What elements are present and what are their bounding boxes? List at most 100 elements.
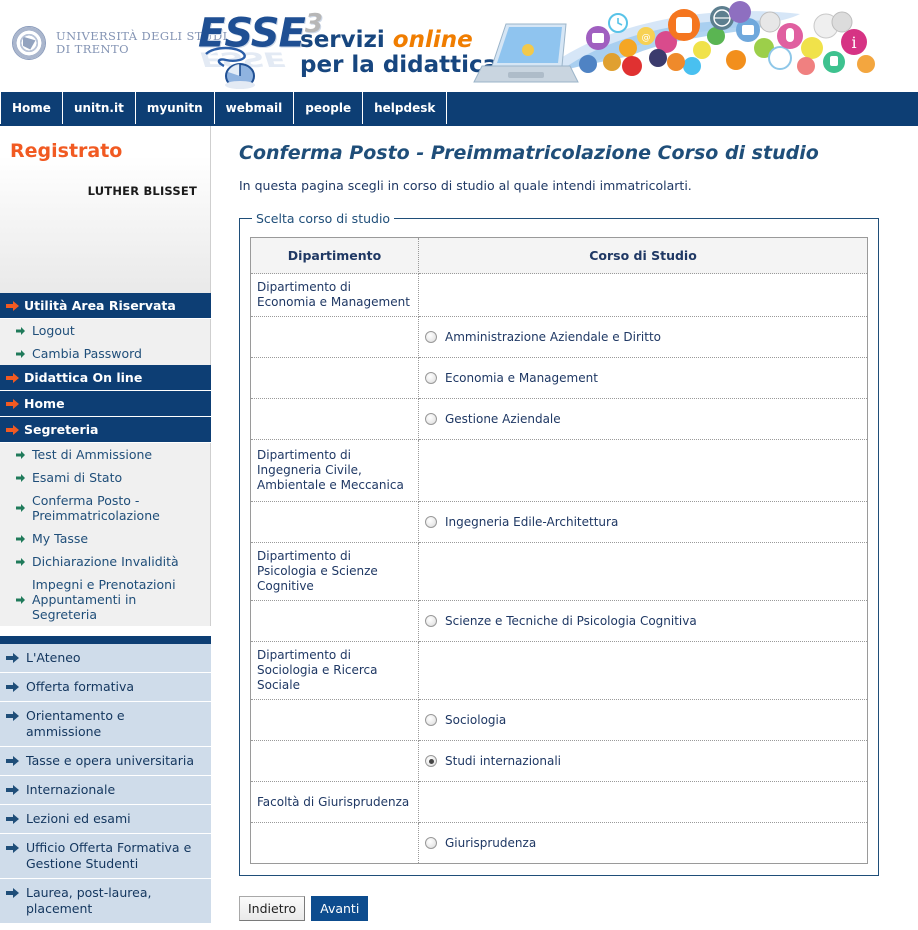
sidebar-item-logout[interactable]: Logout	[0, 319, 210, 342]
course-option[interactable]: Sociologia	[425, 713, 861, 727]
dipartimento-cell	[250, 699, 419, 741]
course-label[interactable]: Studi internazionali	[445, 754, 561, 768]
nav-item-people[interactable]: people	[294, 92, 364, 124]
arrow-right-icon	[16, 473, 25, 482]
arrow-right-icon	[16, 326, 25, 335]
arrow-right-icon	[6, 653, 19, 663]
column-header-dipartimento: Dipartimento	[250, 237, 419, 274]
course-label[interactable]: Giurisprudenza	[445, 836, 536, 850]
corso-cell[interactable]: Economia e Management	[418, 357, 868, 399]
course-label[interactable]: Scienze e Tecniche di Psicologia Cogniti…	[445, 614, 697, 628]
course-label[interactable]: Sociologia	[445, 713, 506, 727]
dipartimento-cell: Dipartimento di Psicologia e Scienze Cog…	[250, 542, 419, 601]
radio-giurisprudenza[interactable]	[425, 837, 437, 849]
arrow-right-icon	[6, 682, 19, 692]
corso-cell	[418, 781, 868, 823]
sidebar-item-label: Logout	[32, 323, 75, 338]
corso-cell[interactable]: Ingegneria Edile-Architettura	[418, 501, 868, 543]
sidebar-links: L'Ateneo Offerta formativa Orientamento …	[0, 644, 211, 924]
table-header-row: Dipartimento Corso di Studio	[250, 237, 868, 274]
tagline-online: online	[392, 27, 473, 53]
arrow-right-icon	[16, 534, 25, 543]
table-row: Sociologia	[250, 699, 868, 741]
table-header: Dipartimento Corso di Studio	[250, 237, 868, 274]
course-option-selected[interactable]: Studi internazionali	[425, 754, 861, 768]
back-button[interactable]: Indietro	[239, 896, 306, 921]
course-option[interactable]: Amministrazione Aziendale e Diritto	[425, 330, 861, 344]
sidebar-item-home[interactable]: Home	[0, 391, 211, 417]
radio-scienze-e-tecniche-di-psicologia-cognitiva[interactable]	[425, 615, 437, 627]
sidebar-item-segreteria[interactable]: Segreteria	[0, 417, 211, 443]
arrow-right-icon	[16, 450, 25, 459]
course-option[interactable]: Economia e Management	[425, 371, 861, 385]
sidebar-item-cambia-password[interactable]: Cambia Password	[0, 342, 210, 365]
sidebar-item-label: Test di Ammissione	[32, 447, 153, 462]
radio-studi-internazionali[interactable]	[425, 755, 437, 767]
nav-item-myunitn[interactable]: myunitn	[136, 92, 215, 124]
sidebar-group-label: Didattica On line	[24, 370, 143, 385]
sidebar-link-label: Lezioni ed esami	[26, 811, 131, 826]
course-label[interactable]: Economia e Management	[445, 371, 598, 385]
sidebar-item-dichiarazione-invalidita[interactable]: Dichiarazione Invalidità	[0, 550, 210, 573]
corso-cell[interactable]: Studi internazionali	[418, 740, 868, 782]
corso-cell[interactable]: Gestione Aziendale	[418, 398, 868, 440]
sidebar-item-my-tasse[interactable]: My Tasse	[0, 527, 210, 550]
sidebar-spacer	[0, 626, 211, 636]
sidebar-item-test-di-ammissione[interactable]: Test di Ammissione	[0, 443, 210, 466]
sidebar-item-tasse-e-opera-universitaria[interactable]: Tasse e opera universitaria	[0, 747, 211, 776]
arrow-right-icon	[16, 557, 25, 566]
course-label[interactable]: Amministrazione Aziendale e Diritto	[445, 330, 661, 344]
computer-mouse-icon	[205, 46, 255, 89]
user-panel: Registrato LUTHER BLISSET	[0, 126, 211, 293]
nav-item-webmail[interactable]: webmail	[215, 92, 295, 124]
sidebar-item-ufficio-offerta-formativa[interactable]: Ufficio Offerta Formativa e Gestione Stu…	[0, 834, 211, 879]
sidebar-submenu-segreteria: Test di Ammissione Esami di Stato Confer…	[0, 443, 211, 626]
course-option[interactable]: Gestione Aziendale	[425, 412, 861, 426]
corso-cell	[418, 439, 868, 502]
sidebar-item-lezioni-ed-esami[interactable]: Lezioni ed esami	[0, 805, 211, 834]
sidebar-item-esami-di-stato[interactable]: Esami di Stato	[0, 466, 210, 489]
sidebar-item-orientamento-e-ammissione[interactable]: Orientamento e ammissione	[0, 702, 211, 747]
dipartimento-cell: Dipartimento di Ingegneria Civile, Ambie…	[250, 439, 419, 502]
university-seal-icon	[12, 26, 46, 60]
sidebar-link-label: Offerta formativa	[26, 679, 135, 694]
sidebar-submenu-utilita: Logout Cambia Password	[0, 319, 211, 365]
arrow-right-icon	[6, 843, 19, 853]
nav-item-helpdesk[interactable]: helpdesk	[363, 92, 448, 124]
table-row: Ingegneria Edile-Architettura	[250, 501, 868, 543]
arrow-right-icon	[6, 424, 19, 435]
sidebar-item-label: My Tasse	[32, 531, 89, 546]
nav-item-unitn-it[interactable]: unitn.it	[63, 92, 136, 124]
sidebar-item-didattica-on-line[interactable]: Didattica On line	[0, 365, 211, 391]
sidebar-item-offerta-formativa[interactable]: Offerta formativa	[0, 673, 211, 702]
radio-sociologia[interactable]	[425, 714, 437, 726]
corso-cell	[418, 641, 868, 700]
sidebar-item-impegni-e-prenotazioni[interactable]: Impegni e Prenotazioni Appuntamenti in S…	[0, 573, 210, 626]
next-button[interactable]: Avanti	[311, 896, 369, 921]
course-option[interactable]: Scienze e Tecniche di Psicologia Cogniti…	[425, 614, 861, 628]
radio-economia-e-management[interactable]	[425, 372, 437, 384]
nav-item-home[interactable]: Home	[0, 92, 63, 124]
corso-cell[interactable]: Amministrazione Aziendale e Diritto	[418, 316, 868, 358]
radio-ingegneria-edile-architettura[interactable]	[425, 516, 437, 528]
corso-cell[interactable]: Sociologia	[418, 699, 868, 741]
sidebar-item-lateneo[interactable]: L'Ateneo	[0, 644, 211, 673]
course-label[interactable]: Ingegneria Edile-Architettura	[445, 515, 618, 529]
arrow-right-icon	[6, 711, 19, 721]
course-option[interactable]: Ingegneria Edile-Architettura	[425, 515, 861, 529]
course-label[interactable]: Gestione Aziendale	[445, 412, 561, 426]
sidebar-link-label: Orientamento e ammissione	[26, 708, 125, 739]
tagline-servizi: servizi	[300, 27, 393, 53]
site-tagline: servizi online per la didattica	[300, 28, 498, 78]
sidebar-item-internazionale[interactable]: Internazionale	[0, 776, 211, 805]
university-logo[interactable]: UNIVERSITÀ DEGLI STUDI DI TRENTO	[12, 26, 228, 60]
course-option[interactable]: Giurisprudenza	[425, 836, 861, 850]
sidebar-item-conferma-posto-preimmatricolazione[interactable]: Conferma Posto - Preimmatricolazione	[0, 489, 210, 527]
arrow-right-icon	[6, 300, 19, 311]
corso-cell[interactable]: Scienze e Tecniche di Psicologia Cogniti…	[418, 600, 868, 642]
sidebar-item-utilita-area-riservata[interactable]: Utilità Area Riservata	[0, 293, 211, 319]
sidebar-item-laurea-post-laurea-placement[interactable]: Laurea, post-laurea, placement	[0, 879, 211, 924]
radio-amministrazione-aziendale-e-diritto[interactable]	[425, 331, 437, 343]
corso-cell[interactable]: Giurisprudenza	[419, 823, 868, 864]
radio-gestione-aziendale[interactable]	[425, 413, 437, 425]
